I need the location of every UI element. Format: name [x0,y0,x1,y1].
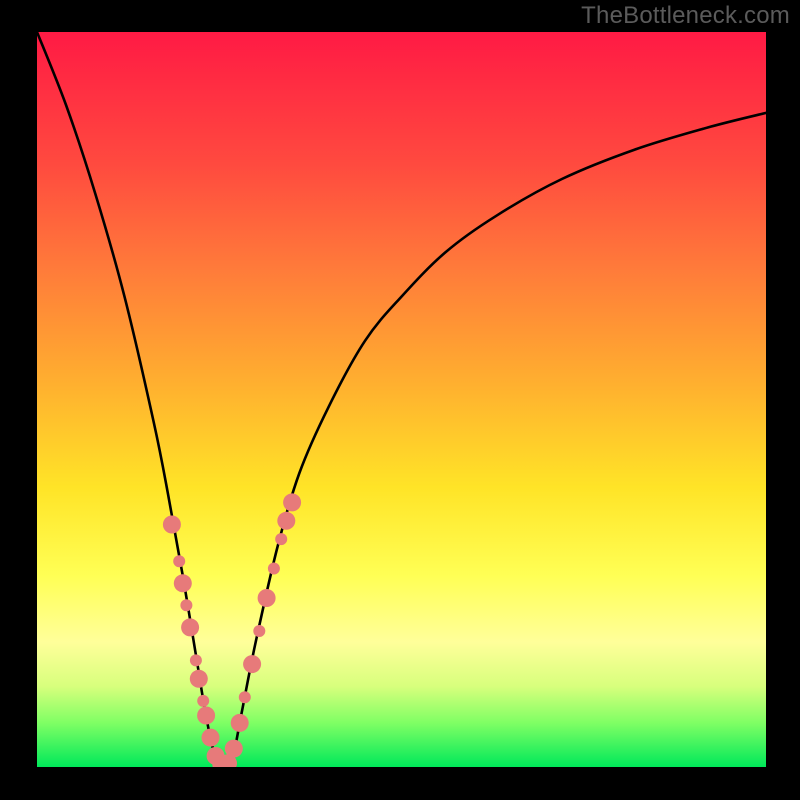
chart-frame: TheBottleneck.com [0,0,800,800]
marker-dot [173,555,185,567]
marker-dot [190,670,208,688]
marker-dot [283,493,301,511]
marker-dot [231,714,249,732]
curve-layer [0,0,800,800]
marker-dot [243,655,261,673]
marker-dot [277,512,295,530]
marker-dot [180,599,192,611]
marker-dot [275,533,287,545]
marker-group [163,493,301,773]
marker-dot [174,574,192,592]
bottleneck-curve [37,32,766,769]
marker-dot [225,740,243,758]
marker-dot [197,695,209,707]
marker-dot [268,563,280,575]
marker-dot [253,625,265,637]
marker-dot [197,707,215,725]
marker-dot [163,516,181,534]
marker-dot [190,654,202,666]
marker-dot [258,589,276,607]
marker-dot [202,729,220,747]
marker-dot [239,691,251,703]
marker-dot [181,618,199,636]
